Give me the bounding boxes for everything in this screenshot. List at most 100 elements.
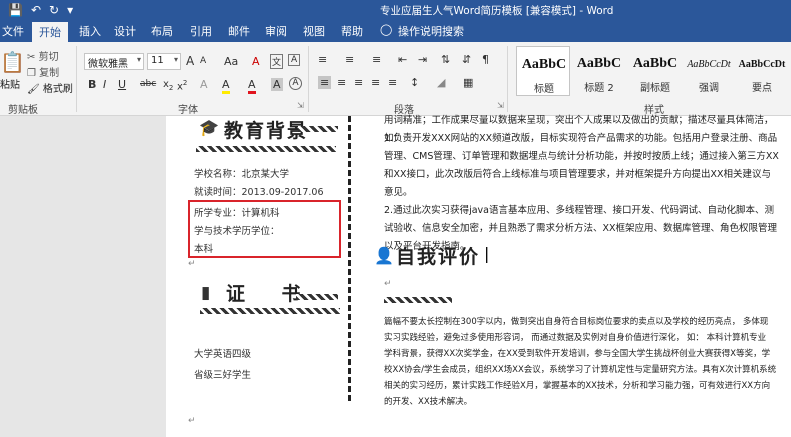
shrink-font-icon[interactable]: A — [200, 56, 206, 66]
tab-file[interactable]: 文件 — [2, 23, 24, 39]
save-icon[interactable]: 💾 — [8, 3, 23, 17]
tab-help[interactable]: 帮助 — [341, 23, 363, 39]
tab-view[interactable]: 视图 — [303, 23, 325, 39]
chevron-down-icon: ▾ — [136, 55, 141, 64]
increase-indent-icon[interactable]: ⇥ — [418, 53, 427, 66]
font-size-combo[interactable]: 11 ▾ — [147, 53, 181, 70]
shading-icon[interactable]: ◢ — [437, 76, 445, 89]
format-painter-button[interactable]: 🖌 格式刷 — [27, 80, 73, 95]
line-spacing-icon[interactable]: ↕ — [410, 76, 419, 89]
person-icon: 👤 — [374, 246, 394, 265]
decrease-indent-icon[interactable]: ⇤ — [398, 53, 407, 66]
graduation-cap-icon: 🎓 — [199, 118, 219, 137]
multilevel-list-icon[interactable]: ≡ — [372, 53, 381, 66]
paste-icon[interactable]: 📋 — [0, 50, 25, 74]
tab-references[interactable]: 引用 — [190, 23, 212, 39]
copy-button[interactable]: ❐ 复制 — [27, 64, 59, 79]
underline-button[interactable]: U — [118, 78, 126, 91]
style-strong[interactable]: AaBbCcDt 要点 — [735, 46, 789, 96]
paste-button[interactable]: 粘贴 — [0, 76, 20, 91]
scissors-icon: ✂ — [27, 52, 36, 63]
customize-icon[interactable]: ▾ — [67, 3, 73, 17]
style-emphasis[interactable]: AaBbCcDt 强调 — [682, 46, 736, 96]
group-separator — [507, 46, 508, 112]
education-heading: 教育背景 — [224, 120, 309, 142]
sort-icon[interactable]: ⇵ — [462, 53, 471, 66]
font-color-icon[interactable]: A — [248, 78, 256, 94]
paragraph-mark: ↵ — [188, 259, 196, 269]
paragraph-mark: ↵ — [188, 416, 196, 426]
char-shading-icon[interactable]: A — [271, 78, 283, 91]
body-text-line: 相关的实习经历，累计实践工作经验X月，掌握基本的XX技术，分析和学习能力强，可有… — [384, 381, 771, 391]
font-group-label: 字体 — [178, 105, 198, 116]
tab-home[interactable]: 开始 — [32, 22, 68, 42]
body-text-line: 校XX协会/学生会成员，组织XX场XX会议，系统学习了计算机定性与定量研究方法。… — [384, 365, 777, 375]
body-text-line: 篇幅不要太长控制在300字以内，做到突出自身符合目标岗位要求的卖点以及学校的经历… — [384, 317, 769, 327]
italic-button[interactable]: I — [103, 78, 106, 91]
cut-button[interactable]: ✂ 剪切 — [27, 48, 59, 63]
lightbulb-icon: ◯ — [380, 23, 393, 36]
align-center-icon[interactable]: ≡ — [337, 76, 346, 89]
tell-me-search[interactable]: 操作说明搜索 — [398, 23, 464, 39]
superscript-button[interactable]: x2 — [177, 79, 187, 92]
borders-icon[interactable]: ▦ — [463, 76, 473, 89]
chinese-layout-icon[interactable]: ⇅ — [441, 53, 450, 66]
style-subtitle[interactable]: AaBbC 副标题 — [628, 46, 682, 96]
show-marks-icon[interactable]: ¶ — [482, 53, 489, 66]
paragraph-dialog-launcher-icon[interactable]: ⇲ — [497, 101, 504, 110]
window-title: 专业应届生人气Word简历模板 [兼容模式] - Word — [380, 5, 614, 17]
body-text-line: 试验收、信息安全加密，并且熟悉了需求分析方法、XX框架应用、数据库管理、角色权限… — [384, 223, 778, 234]
bold-button[interactable]: B — [88, 78, 96, 91]
heading-stripe — [298, 126, 338, 132]
quick-access-toolbar: 💾 ↶ ↻ ▾ — [0, 0, 73, 20]
align-right-icon[interactable]: ≡ — [354, 76, 363, 89]
paragraph-mark: ↵ — [384, 279, 392, 289]
heading-stripe — [296, 294, 338, 300]
style-heading-2[interactable]: AaBbC 标题 2 — [572, 46, 626, 96]
tab-mailings[interactable]: 邮件 — [228, 23, 250, 39]
certificate-heading: 证 书 — [226, 283, 303, 305]
certificate-item: 省级三好学生 — [194, 370, 252, 381]
tab-design[interactable]: 设计 — [114, 23, 136, 39]
chevron-down-icon: ▾ — [173, 55, 178, 64]
strikethrough-button[interactable]: abc — [140, 79, 156, 89]
font-family-combo[interactable]: 微软雅黑 ▾ — [84, 53, 144, 70]
body-text-line: 管理、CMS管理、订单管理和数据埋点与统计分析功能，并按时按质上线；通过接入第三… — [384, 151, 779, 162]
highlight-icon[interactable]: A — [222, 78, 230, 94]
body-text-line: 的开发、XX技术解决。 — [384, 397, 473, 407]
font-dialog-launcher-icon[interactable]: ⇲ — [297, 101, 304, 110]
self-evaluation-heading: 自我评价 — [396, 246, 481, 268]
distributed-icon[interactable]: ≡ — [388, 76, 397, 89]
group-separator — [76, 46, 77, 112]
column-divider — [348, 116, 351, 401]
text-effects-icon[interactable]: A — [200, 78, 208, 91]
resume-left-column: 🎓 教育背景 学校名称：北京某大学 就读时间：2013.09-2017.06 所… — [166, 116, 346, 437]
undo-icon[interactable]: ↶ — [31, 3, 41, 17]
align-left-icon[interactable]: ≡ — [318, 76, 332, 89]
heading-stripe — [384, 297, 452, 303]
document-page[interactable]: 🎓 教育背景 学校名称：北京某大学 就读时间：2013.09-2017.06 所… — [166, 115, 791, 437]
numbering-icon[interactable]: ≡ — [345, 53, 354, 66]
enclose-char-icon[interactable]: A — [288, 54, 301, 66]
style-title[interactable]: AaBbC 标题 — [516, 46, 570, 96]
ribbon: 📋 粘贴 ✂ 剪切 ❐ 复制 🖌 格式刷 剪贴板 微软雅黑 ▾ 11 ▾ A A A… — [0, 42, 791, 116]
copy-icon: ❐ — [27, 68, 36, 79]
group-separator — [308, 46, 309, 112]
bullets-icon[interactable]: ≡ — [318, 53, 327, 66]
subscript-button[interactable]: x2 — [163, 79, 173, 92]
phonetic-guide-icon[interactable]: 文 — [270, 54, 284, 69]
clear-format-icon[interactable]: A — [252, 55, 260, 68]
grow-font-icon[interactable]: A — [186, 54, 194, 68]
resume-right-column: 用词精准；工作成果尽量以数据来呈现，突出个人成果以及做出的贡献；描述尽量具体简洁… — [374, 115, 789, 437]
tab-review[interactable]: 审阅 — [265, 23, 287, 39]
justify-icon[interactable]: ≡ — [371, 76, 380, 89]
char-border-icon[interactable]: A — [289, 77, 302, 90]
body-text-line: 实习实践经验，避免过多使用形容词， 而通过数据及实例对自身价值进行深化， 如： … — [384, 333, 767, 343]
change-case-icon[interactable]: Aa — [224, 55, 238, 68]
body-text-line: 1.负责开发XXX网站的XX频道改版，目标实现符合产品需求的功能。包括用户登录注… — [384, 133, 778, 144]
tab-insert[interactable]: 插入 — [79, 23, 101, 39]
body-text-line: 和XX接口，此次改版后符合上线标准与项目管理要求，并对框架提升方向提出XX相关建… — [384, 169, 772, 180]
tab-layout[interactable]: 布局 — [151, 23, 173, 39]
study-period: 就读时间：2013.09-2017.06 — [194, 187, 324, 198]
redo-icon[interactable]: ↻ — [49, 3, 59, 17]
